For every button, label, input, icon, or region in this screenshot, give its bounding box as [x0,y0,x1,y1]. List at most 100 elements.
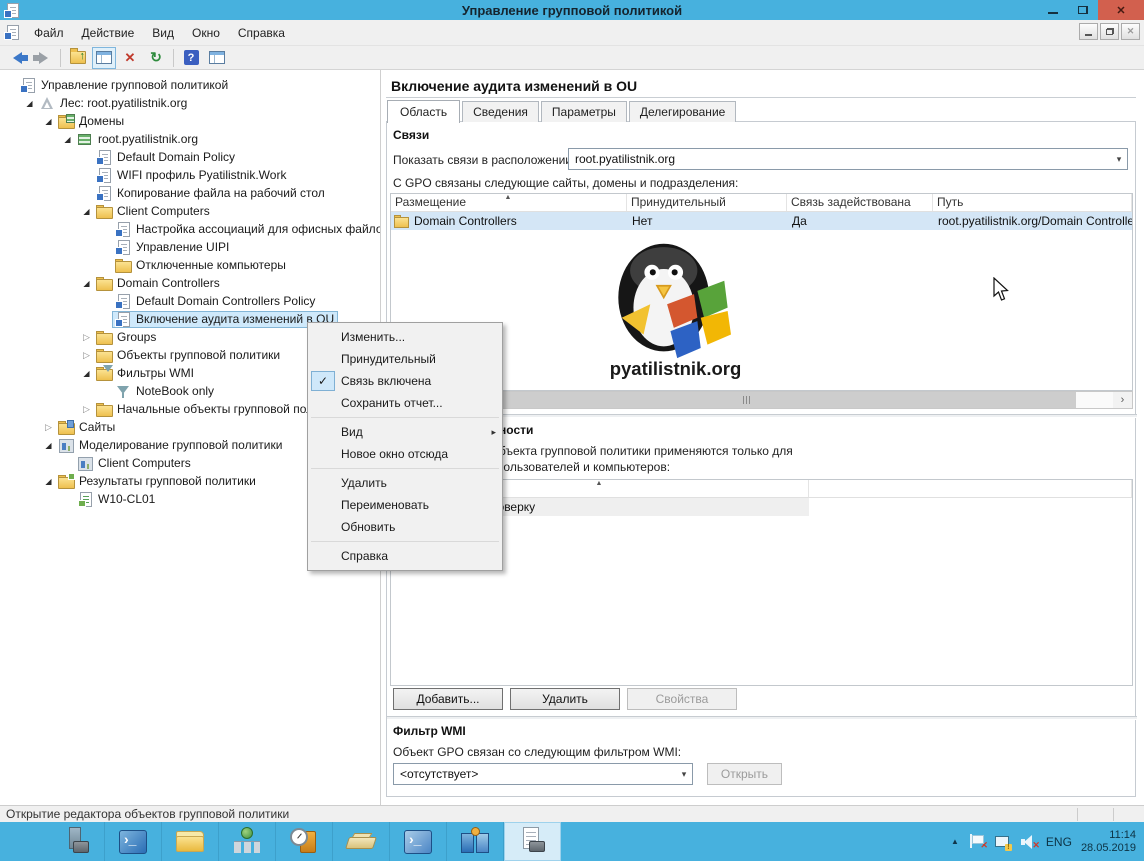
add-button[interactable]: Добавить... [393,688,503,710]
up-one-level-button[interactable] [66,47,90,69]
taskbar-device-tool-button[interactable] [333,822,390,861]
action-center-icon[interactable]: ✕ [968,834,985,849]
back-button[interactable] [5,47,29,69]
expander-icon[interactable]: ◢ [80,369,93,378]
column-header[interactable]: Путь [933,194,1132,211]
expander-icon[interactable]: ◢ [42,477,55,486]
tree-item[interactable]: WIFI профиль Pyatilistnik.Work [0,166,380,184]
tree-item[interactable]: Управление UIPI [0,238,380,256]
tree-item[interactable]: ◢Лес: root.pyatilistnik.org [0,94,380,112]
expander-icon[interactable]: ◢ [80,207,93,216]
menu-file[interactable]: Файл [25,22,73,44]
tree-item[interactable]: Копирование файла на рабочий стол [0,184,380,202]
tree-item[interactable]: ◢Domain Controllers [0,274,380,292]
context-menu-item-rename[interactable]: Переименовать [308,494,502,516]
column-header[interactable]: Связь задействована [787,194,933,211]
context-menu-item-help[interactable]: Справка [308,545,502,567]
ou-icon [115,258,132,273]
minimize-button[interactable] [1038,0,1068,20]
expander-icon[interactable]: ▷ [80,350,93,361]
expander-icon[interactable]: ◢ [42,441,55,450]
tree-item[interactable]: Default Domain Controllers Policy [0,292,380,310]
expander-icon[interactable]: ▷ [80,332,93,343]
column-header[interactable] [809,480,1132,497]
help-button[interactable]: ? [179,47,203,69]
cell-value: root.pyatilistnik.org/Domain Controllers [938,214,1132,228]
menu-bar: ФайлДействиеВидОкноСправка ✕ [0,20,1144,46]
tree-item[interactable]: Управление групповой политикой [0,76,380,94]
tab-область[interactable]: Область [387,100,460,123]
taskbar-powershell-ise-button[interactable]: ›_ [390,822,447,861]
remove-button[interactable]: Удалить [510,688,620,710]
properties-button[interactable]: Свойства [627,688,737,710]
menu-window[interactable]: Окно [183,22,229,44]
language-indicator[interactable]: ENG [1046,835,1072,849]
column-header-label: Путь [937,195,963,209]
export-list-button[interactable] [205,47,229,69]
context-menu-item-new-window[interactable]: Новое окно отсюда [308,443,502,465]
close-button[interactable]: ✕ [1098,0,1144,20]
tab-делегирование[interactable]: Делегирование [629,101,736,122]
model-icon [58,438,75,453]
context-menu-item-delete[interactable]: Удалить [308,472,502,494]
refresh-button[interactable]: ↻ [144,47,168,69]
mdi-close-button[interactable]: ✕ [1121,23,1140,40]
context-menu-item-refresh[interactable]: Обновить [308,516,502,538]
show-console-tree-button[interactable] [92,47,116,69]
table-row[interactable]: Domain ControllersНетДаroot.pyatilistnik… [391,212,1132,230]
context-menu-item-save-report[interactable]: Сохранить отчет... [308,392,502,414]
taskbar-server-manager-button[interactable] [48,822,105,861]
menu-help[interactable]: Справка [229,22,294,44]
expander-icon[interactable]: ▷ [80,404,93,415]
context-menu-item-enforced[interactable]: Принудительный [308,348,502,370]
tree-item[interactable]: Default Domain Policy [0,148,380,166]
section-splitter-2[interactable] [387,716,1137,720]
tree-item[interactable]: ◢Client Computers [0,202,380,220]
location-combobox[interactable]: root.pyatilistnik.org ▾ [568,148,1128,170]
restore-button[interactable] [1068,0,1098,20]
expander-icon[interactable]: ◢ [61,135,74,144]
tree-item[interactable]: Настройка ассоциаций для офисных файлов [0,220,380,238]
wmi-open-button[interactable]: Открыть [707,763,782,785]
show-hidden-icons-button[interactable]: ▲ [951,837,959,846]
delete-button[interactable]: ✕ [118,47,142,69]
expander-icon[interactable]: ◢ [42,117,55,126]
taskbar-gpmc-button[interactable] [504,822,561,861]
console-icon [4,25,21,40]
context-menu-item-edit[interactable]: Изменить... [308,326,502,348]
wmi-icon [115,384,132,399]
taskbar-task-scheduler-button[interactable] [276,822,333,861]
tree-item[interactable]: ◢root.pyatilistnik.org [0,130,380,148]
mdi-minimize-button[interactable] [1079,23,1098,40]
scroll-right-button[interactable]: › [1113,392,1132,408]
status-bar: Открытие редактора объектов групповой по… [0,805,1144,822]
column-header[interactable]: Размещение▲ [391,194,627,211]
expander-icon[interactable]: ▷ [42,422,55,433]
model-icon [77,456,94,471]
taskbar-file-explorer-button[interactable] [162,822,219,861]
expander-icon[interactable]: ◢ [23,99,36,108]
tree-item[interactable]: Отключенные компьютеры [0,256,380,274]
checkmark-icon[interactable]: ✓ [311,371,335,391]
tab-сведения[interactable]: Сведения [462,101,539,122]
expander-icon[interactable]: ◢ [80,279,93,288]
taskbar-ad-sites-button[interactable] [219,822,276,861]
tree-item[interactable]: ◢Домены [0,112,380,130]
network-status-icon[interactable] [994,834,1011,849]
wmi-filter-combobox[interactable]: <отсутствует> ▾ [393,763,693,785]
tab-параметры[interactable]: Параметры [541,101,627,122]
taskbar-powershell-button[interactable]: ›_ [105,822,162,861]
context-menu-item-view[interactable]: Вид▸ [308,421,502,443]
clock[interactable]: 11:14 28.05.2019 [1081,829,1136,855]
scrollbar-thumb[interactable] [410,392,1076,408]
volume-muted-icon[interactable]: ✕ [1020,834,1037,849]
menu-action[interactable]: Действие [73,22,144,44]
menu-view[interactable]: Вид [143,22,183,44]
column-header[interactable]: Принудительный [627,194,787,211]
forward-button[interactable] [31,47,55,69]
mdi-restore-button[interactable] [1100,23,1119,40]
tab-strip: ОбластьСведенияПараметрыДелегирование [387,99,738,122]
taskbar-ad-users-computers-button[interactable] [447,822,504,861]
context-menu-item-link-enabled[interactable]: ✓Связь включена [308,370,502,392]
menu-gutter [311,444,335,464]
